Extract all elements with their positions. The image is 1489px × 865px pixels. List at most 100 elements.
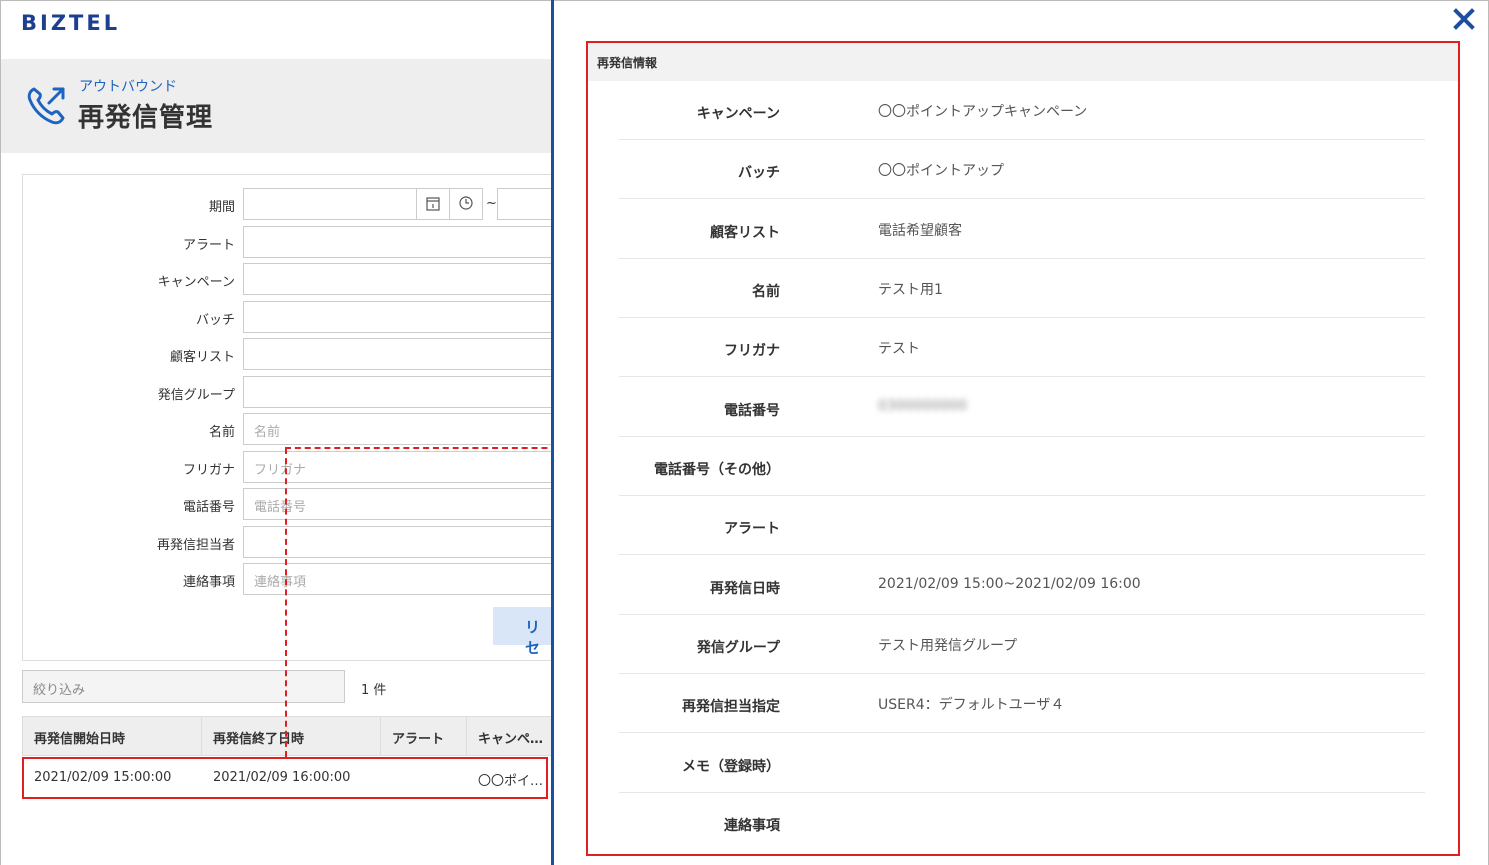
cell-end: 2021/02/09 16:00:00 [213, 770, 351, 785]
detail-label: 発信グループ [696, 640, 780, 656]
filter-label: 連絡事項 [182, 575, 235, 590]
filter-row-alert: アラート [23, 226, 552, 259]
detail-label: 連絡事項 [724, 818, 780, 834]
filter-row-period: 期間 ~ [23, 188, 552, 221]
detail-value: 〇〇ポイントアップキャンペーン [878, 104, 1088, 120]
filter-label: 電話番号 [182, 500, 235, 515]
result-count: 1 件 [361, 683, 387, 698]
detail-row-campaign: キャンペーン 〇〇ポイントアップキャンペーン [619, 81, 1425, 140]
close-button[interactable] [1451, 6, 1477, 32]
detail-label: 名前 [752, 284, 780, 300]
assignee-select[interactable] [243, 526, 552, 558]
reset-button[interactable]: リセ [493, 607, 552, 657]
page-subtitle: アウトバウンド [79, 79, 177, 95]
detail-value: テスト用1 [878, 282, 943, 298]
detail-label: 再発信担当指定 [682, 699, 780, 715]
filter-label: 発信グループ [157, 388, 235, 403]
filter-row-name: 名前 名前 [23, 413, 552, 446]
detail-row-call-group: 発信グループ テスト用発信グループ [619, 615, 1425, 674]
detail-label: フリガナ [724, 343, 780, 359]
calendar-button[interactable] [416, 188, 450, 220]
notes-input[interactable]: 連絡事項 [243, 563, 552, 595]
detail-label: 電話番号（その他） [654, 462, 780, 478]
detail-row-phone: 電話番号 0300000000 [619, 378, 1425, 437]
filter-row-notes: 連絡事項 連絡事項 [23, 563, 552, 596]
filter-row-furigana: フリガナ フリガナ [23, 451, 552, 484]
filter-row-customer-list: 顧客リスト [23, 338, 552, 371]
filter-label: キャンペーン [157, 275, 235, 290]
filter-row-call-group: 発信グループ [23, 376, 552, 409]
batch-select[interactable] [243, 301, 552, 333]
filter-panel: 期間 ~ アラート キャンペーン バッチ 顧客リスト 発信グループ 名前 名前 … [22, 174, 552, 661]
detail-row-customer-list: 顧客リスト 電話希望顧客 [619, 200, 1425, 259]
customer-list-select[interactable] [243, 338, 552, 370]
table-header: 再発信開始日時 再発信終了日時 アラート キャンペ… [22, 716, 552, 756]
detail-row-redial-datetime: 再発信日時 2021/02/09 15:00~2021/02/09 16:00 [619, 556, 1425, 615]
clock-icon [459, 196, 473, 210]
page-title: 再発信管理 [78, 103, 214, 133]
detail-label: キャンペーン [696, 106, 780, 122]
cell-start: 2021/02/09 15:00:00 [34, 770, 172, 785]
detail-row-alert: アラート [619, 496, 1425, 555]
filter-label: 期間 [208, 200, 235, 215]
detail-row-name: 名前 テスト用1 [619, 259, 1425, 318]
period-start-input[interactable] [243, 188, 417, 220]
filter-label: 名前 [208, 425, 235, 440]
detail-value: テスト用発信グループ [878, 638, 1018, 654]
filter-row-batch: バッチ [23, 301, 552, 334]
detail-row-notes: 連絡事項 [619, 793, 1425, 852]
callout-line-horizontal [285, 447, 552, 449]
call-group-select[interactable] [243, 376, 552, 408]
detail-row-furigana: フリガナ テスト [619, 318, 1425, 377]
column-header-end[interactable]: 再発信終了日時 [202, 717, 381, 755]
column-header-start[interactable]: 再発信開始日時 [23, 717, 202, 755]
narrow-input[interactable]: 絞り込み [22, 670, 345, 703]
detail-label: 顧客リスト [710, 225, 780, 241]
filter-label: アラート [182, 238, 235, 253]
detail-value: 2021/02/09 15:00~2021/02/09 16:00 [878, 576, 1141, 592]
biztel-logo: BIZTEL [21, 11, 121, 35]
detail-value: USER4：デフォルトユーザ４ [878, 697, 1065, 713]
filter-label: バッチ [195, 313, 235, 328]
filter-label: フリガナ [182, 463, 235, 478]
redial-info-section: 再発信情報 キャンペーン 〇〇ポイントアップキャンペーン バッチ 〇〇ポイントア… [586, 41, 1460, 856]
detail-row-phone-other: 電話番号（その他） [619, 437, 1425, 496]
detail-value: 0300000000 [878, 398, 968, 414]
filter-label: 顧客リスト [169, 350, 235, 365]
campaign-select[interactable] [243, 263, 552, 295]
cell-campaign: 〇〇ポイ… [478, 774, 544, 789]
filter-label: 再発信担当者 [156, 538, 235, 553]
alert-select[interactable] [243, 226, 552, 258]
period-end-input[interactable] [497, 188, 552, 220]
detail-value: テスト [878, 341, 920, 357]
section-heading: 再発信情報 [588, 43, 1458, 81]
detail-label: 再発信日時 [710, 581, 780, 597]
detail-row-memo: メモ（登録時） [619, 734, 1425, 793]
name-input[interactable]: 名前 [243, 413, 552, 445]
detail-row-assignee: 再発信担当指定 USER4：デフォルトユーザ４ [619, 674, 1425, 733]
time-button[interactable] [449, 188, 483, 220]
filter-row-assignee: 再発信担当者 [23, 526, 552, 559]
detail-label: アラート [724, 521, 780, 537]
outbound-phone-icon [27, 87, 65, 125]
calendar-icon [426, 197, 440, 211]
detail-label: 電話番号 [724, 403, 780, 419]
detail-label: メモ（登録時） [682, 759, 780, 775]
phone-input[interactable]: 電話番号 [243, 488, 552, 520]
filter-row-phone: 電話番号 電話番号 [23, 488, 552, 521]
page-header: アウトバウンド 再発信管理 [1, 59, 552, 153]
detail-value: 電話希望顧客 [878, 223, 962, 239]
detail-value: 〇〇ポイントアップ [878, 163, 1004, 179]
close-icon [1453, 8, 1475, 30]
column-header-alert[interactable]: アラート [381, 717, 467, 755]
detail-row-batch: バッチ 〇〇ポイントアップ [619, 140, 1425, 199]
callout-line-vertical [285, 448, 287, 757]
detail-panel: 再発信情報 キャンペーン 〇〇ポイントアップキャンペーン バッチ 〇〇ポイントア… [554, 0, 1489, 865]
table-row[interactable]: 2021/02/09 15:00:00 2021/02/09 16:00:00 … [22, 757, 548, 799]
main-app: BIZTEL アウトバウンド 再発信管理 期間 ~ アラート キャンペーン バッ… [0, 0, 552, 865]
detail-label: バッチ [738, 165, 780, 181]
filter-row-campaign: キャンペーン [23, 263, 552, 296]
range-separator: ~ [486, 196, 497, 211]
furigana-input[interactable]: フリガナ [243, 451, 552, 483]
column-header-campaign[interactable]: キャンペ… [467, 717, 552, 755]
